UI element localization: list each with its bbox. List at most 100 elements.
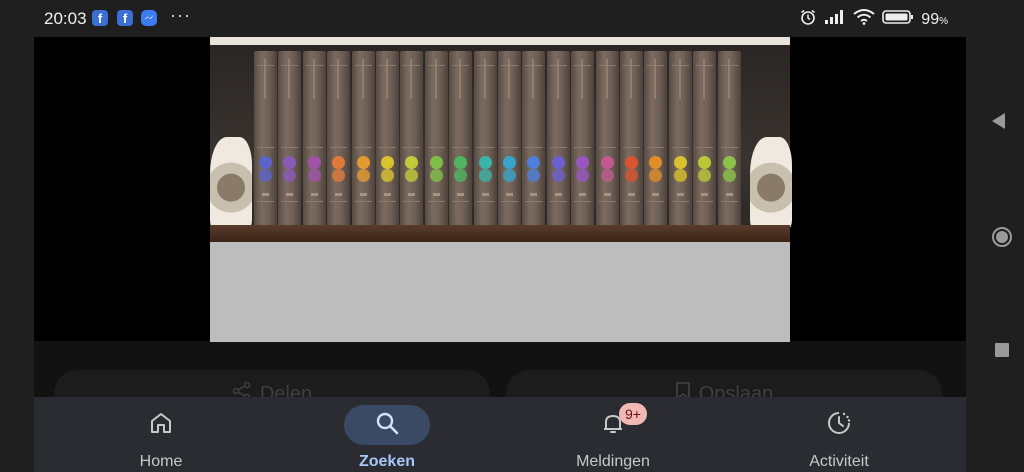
spine-emblem	[381, 156, 394, 182]
spine-band	[354, 201, 372, 202]
result-caption	[44, 341, 644, 351]
spine-band	[257, 201, 274, 202]
spine-band	[671, 147, 689, 148]
nav-activity-label: Activiteit	[809, 453, 869, 470]
spine-volume-number	[432, 193, 440, 196]
spine-band	[330, 147, 348, 148]
alarm-icon	[799, 8, 817, 31]
spine-title	[434, 59, 437, 99]
more-notifications-icon: ···	[170, 5, 191, 25]
book-spine	[595, 51, 619, 229]
nav-search[interactable]: Zoeken	[342, 397, 432, 472]
book-spine	[473, 51, 497, 229]
activity-icon	[825, 409, 853, 442]
shelf-plank	[210, 225, 790, 242]
book-spine	[400, 51, 424, 229]
status-right: 99%	[799, 8, 948, 31]
book-spine	[693, 51, 717, 229]
spine-volume-number	[603, 193, 611, 196]
result-image[interactable]	[210, 37, 792, 342]
spine-title	[337, 59, 340, 99]
spine-volume-number	[701, 193, 709, 196]
spine-volume-number	[579, 193, 587, 196]
battery-icon	[882, 9, 914, 30]
spine-volume-number	[359, 193, 367, 196]
spine-emblem	[551, 156, 565, 182]
facebook-icon: f	[117, 10, 133, 26]
spine-emblem	[429, 156, 443, 182]
spine-emblem	[649, 156, 663, 182]
book-row	[254, 51, 758, 231]
spine-band	[671, 201, 689, 202]
spine-volume-number	[676, 193, 684, 196]
spine-band	[720, 201, 738, 202]
spine-volume-number	[628, 193, 635, 196]
spine-title	[288, 59, 291, 99]
book-spine	[376, 51, 399, 229]
spine-volume-number	[652, 193, 660, 196]
spine-emblem	[478, 156, 492, 182]
spine-volume-number	[481, 193, 489, 196]
spine-title	[703, 59, 706, 99]
spine-title	[459, 59, 462, 99]
spine-volume-number	[262, 193, 269, 196]
spine-volume-number	[457, 193, 465, 196]
bottom-navigation: Home Zoeken 9+ Meldingen Activiteit	[34, 397, 966, 472]
spine-band	[598, 201, 616, 202]
nav-search-icon-container	[344, 405, 430, 445]
facebook-icon: f	[92, 10, 108, 26]
spine-title	[386, 59, 388, 99]
recents-button[interactable]	[995, 343, 1009, 357]
spine-band	[452, 201, 470, 202]
book-spine	[644, 51, 668, 229]
nav-notifications[interactable]: 9+ Meldingen	[568, 397, 658, 472]
spine-volume-number	[506, 193, 513, 196]
spine-emblem	[600, 156, 614, 182]
nav-home[interactable]: Home	[116, 397, 206, 472]
spine-band	[623, 201, 640, 202]
spine-emblem	[356, 156, 370, 182]
system-nav-bar	[966, 37, 1024, 472]
spine-emblem	[698, 156, 712, 182]
spine-volume-number	[335, 193, 343, 196]
spine-band	[476, 201, 494, 202]
signal-icon	[824, 9, 846, 30]
spine-title	[678, 59, 681, 99]
notification-badge: 9+	[619, 403, 647, 425]
spine-title	[727, 59, 730, 99]
back-button[interactable]	[992, 113, 1005, 129]
book-spine	[278, 51, 302, 229]
spine-band	[476, 147, 494, 148]
nav-home-icon-container	[118, 405, 204, 445]
spine-band	[696, 201, 714, 202]
spine-emblem	[405, 156, 419, 182]
book-spine	[254, 51, 277, 229]
book-spine	[498, 51, 521, 229]
spine-band	[281, 201, 299, 202]
nav-activity[interactable]: Activiteit	[794, 397, 884, 472]
spine-band	[647, 201, 665, 202]
spine-band	[379, 201, 396, 202]
status-time: 20:03	[44, 9, 87, 28]
spine-emblem	[283, 156, 297, 182]
book-spine	[351, 51, 375, 229]
spine-band	[574, 147, 592, 148]
home-button[interactable]	[992, 227, 1012, 247]
spine-band	[501, 201, 518, 202]
spine-band	[525, 147, 543, 148]
spine-title	[605, 59, 608, 99]
book-spine	[522, 51, 546, 229]
spine-emblem	[673, 156, 687, 182]
spine-band	[281, 147, 299, 148]
spine-title	[556, 59, 559, 99]
spine-title	[264, 59, 266, 99]
wifi-icon	[853, 9, 875, 30]
spine-band	[623, 147, 640, 148]
spine-band	[720, 147, 738, 148]
image-top-edge	[210, 37, 790, 45]
book-spine	[717, 51, 741, 229]
spine-band	[403, 147, 421, 148]
book-spine	[546, 51, 570, 229]
book-spine	[668, 51, 692, 229]
nav-notifications-icon-container: 9+	[570, 403, 656, 445]
